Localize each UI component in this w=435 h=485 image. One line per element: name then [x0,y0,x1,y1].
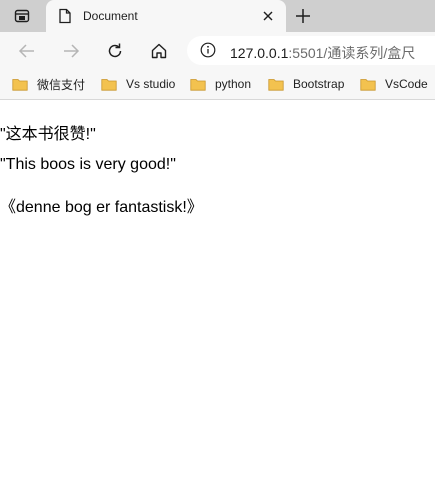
bookmark-label: Vs studio [126,77,176,91]
bookmark-label: VsCode [385,77,428,91]
forward-arrow-icon [64,44,80,58]
tab-actions-button[interactable] [10,6,34,26]
plus-icon [296,9,310,23]
bookmark-vscode[interactable]: VsCode [360,76,428,92]
url-path: :5501/通读系列/盒尺 [288,45,416,61]
address-bar[interactable]: 127.0.0.1:5501/通读系列/盒尺 [187,36,435,65]
forward-button[interactable] [60,40,82,62]
bookmark-bootstrap[interactable]: Bootstrap [268,76,344,92]
close-icon [263,11,273,21]
bookmarks-bar: 微信支付 Vs studio python Bootstrap VsCode [0,69,435,100]
tab-close-button[interactable] [260,8,276,24]
folder-icon [190,78,206,91]
tab-strip: Document [0,0,435,32]
bookmark-label: Bootstrap [293,77,345,91]
tab-document[interactable]: Document [46,0,286,32]
folder-icon [268,78,284,91]
back-arrow-icon [18,44,34,58]
info-icon[interactable] [200,42,216,58]
tab-actions-icon [14,9,30,23]
url-text: 127.0.0.1:5501/通读系列/盒尺 [230,43,415,63]
home-icon [151,43,167,59]
toolbar: 127.0.0.1:5501/通读系列/盒尺 [0,32,435,69]
paragraph-danish: 《denne bog er fantastisk!》 [0,199,203,216]
url-host: 127.0.0.1 [230,45,289,61]
tab-title: Document [83,9,138,23]
back-button[interactable] [16,40,38,62]
document-icon [59,8,71,24]
bookmark-weixin-pay[interactable]: 微信支付 [12,76,85,92]
new-tab-button[interactable] [293,6,313,26]
bookmark-python[interactable]: python [190,76,251,92]
folder-icon [12,78,28,91]
folder-icon [101,78,117,91]
paragraph-chinese: "这本书很赞!" [0,126,96,143]
folder-icon [360,78,376,91]
bookmark-label: 微信支付 [37,77,86,92]
home-button[interactable] [148,40,170,62]
bookmark-vs-studio[interactable]: Vs studio [101,76,175,92]
refresh-icon [108,43,122,58]
browser-chrome: Document 127.0.0.1:5501/通读系列/盒尺 微信支付 Vs … [0,0,435,100]
refresh-button[interactable] [104,40,126,62]
paragraph-english: "This boos is very good!" [0,156,176,173]
bookmark-label: python [215,77,252,91]
